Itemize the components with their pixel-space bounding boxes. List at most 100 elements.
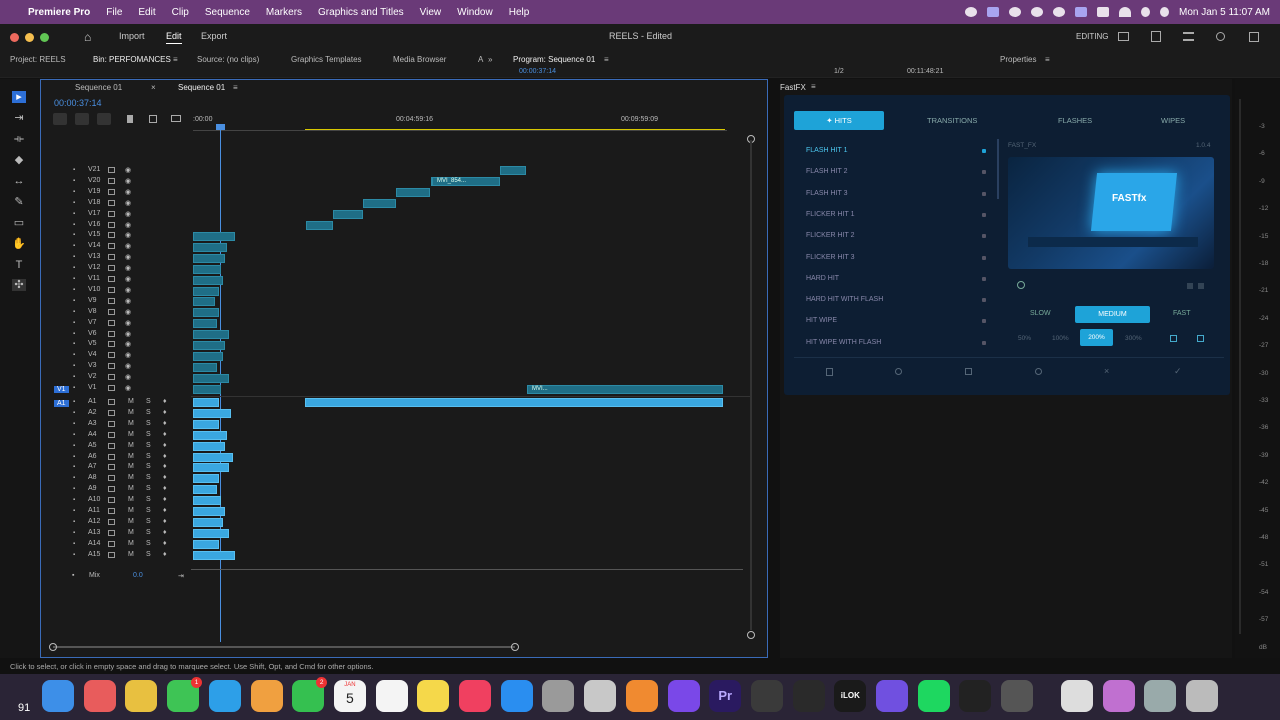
wrench-icon[interactable] xyxy=(149,115,157,123)
track-label[interactable]: V1 xyxy=(88,384,97,391)
effect-item[interactable]: FLICKER HIT 3 xyxy=(806,254,855,261)
status-icon-2[interactable] xyxy=(987,7,1000,17)
v1-source-patch[interactable]: V1 xyxy=(54,386,69,393)
track-lock-icon[interactable]: ▪ xyxy=(73,385,75,391)
track-label[interactable]: V3 xyxy=(88,362,97,369)
track-eye-icon[interactable]: ◉ xyxy=(125,362,131,370)
horizontal-scrollbar[interactable] xyxy=(53,646,515,648)
track-lock-icon[interactable]: ▪ xyxy=(73,432,75,438)
voiceover-mic-icon[interactable]: ♦ xyxy=(163,474,167,481)
track-label[interactable]: V4 xyxy=(88,351,97,358)
audio-clip[interactable] xyxy=(193,452,233,462)
track-lock-icon[interactable]: ▪ xyxy=(73,352,75,358)
trash-icon[interactable] xyxy=(1185,680,1218,712)
fullscreen-icon[interactable] xyxy=(1249,32,1259,42)
tab-media-browser[interactable]: Media Browser xyxy=(393,55,446,64)
effect-item[interactable]: FLICKER HIT 1 xyxy=(806,211,855,218)
track-eye-icon[interactable]: ◉ xyxy=(125,275,131,283)
track-lock-icon[interactable]: ▪ xyxy=(73,421,75,427)
hand-icon[interactable]: ✋ xyxy=(12,238,26,250)
track-label[interactable]: V2 xyxy=(88,373,97,380)
track-eye-icon[interactable]: ◉ xyxy=(125,177,131,185)
track-label[interactable]: V15 xyxy=(88,231,100,238)
solo-button[interactable]: S xyxy=(146,496,151,503)
tab-hits[interactable]: ✦ HITS xyxy=(794,111,884,130)
calendar-icon[interactable]: JAN 5 xyxy=(333,680,366,712)
track-lock-icon[interactable]: ▪ xyxy=(73,222,75,228)
track-lock-icon[interactable]: ▪ xyxy=(73,497,75,503)
track-sync-icon[interactable] xyxy=(108,431,115,438)
tab-overflow[interactable]: A xyxy=(478,55,483,64)
audio-clip[interactable] xyxy=(193,408,231,418)
voiceover-mic-icon[interactable]: ♦ xyxy=(163,398,167,405)
video-clip[interactable] xyxy=(193,264,221,274)
preview-option-icon-2[interactable] xyxy=(1198,283,1204,289)
clock[interactable]: Mon Jan 5 11:07 AM xyxy=(1179,7,1270,18)
track-sync-icon[interactable] xyxy=(108,341,115,348)
track-sync-icon[interactable] xyxy=(108,221,115,228)
track-sync-icon[interactable] xyxy=(108,399,115,405)
track-label[interactable]: V19 xyxy=(88,188,100,195)
timeline-timecode[interactable]: 00:00:37:14 xyxy=(54,98,102,108)
solo-button[interactable]: S xyxy=(146,518,151,525)
audio-clip[interactable] xyxy=(193,517,223,527)
video-clip[interactable] xyxy=(193,319,217,329)
track-lock-icon[interactable]: ▪ xyxy=(73,530,75,536)
track-eye-icon[interactable]: ◉ xyxy=(125,373,131,381)
effect-favorite-icon[interactable] xyxy=(982,255,986,260)
audio-clip[interactable] xyxy=(193,474,219,484)
track-label[interactable]: A6 xyxy=(88,453,97,460)
downloads-icon[interactable] xyxy=(1144,680,1177,712)
edit-tab[interactable]: Edit xyxy=(166,31,182,44)
effect-item[interactable]: FLASH HIT 1 xyxy=(806,147,848,154)
track-label[interactable]: V21 xyxy=(88,166,100,173)
search-icon[interactable] xyxy=(1141,7,1151,17)
mute-button[interactable]: M xyxy=(128,474,134,481)
solo-button[interactable]: S xyxy=(146,442,151,449)
appstore-alt-icon[interactable] xyxy=(208,680,241,712)
ripple-edit-icon[interactable]: ⟛ xyxy=(12,133,26,145)
video-clip[interactable] xyxy=(193,297,215,307)
track-lock-icon[interactable]: ▪ xyxy=(73,200,75,206)
launchpad-icon[interactable] xyxy=(83,680,116,712)
track-lock-icon[interactable]: ▪ xyxy=(73,276,75,282)
playhead[interactable] xyxy=(220,124,221,642)
track-label[interactable]: A1 xyxy=(88,398,97,405)
video-clip[interactable]: MVI_854... xyxy=(432,177,500,186)
share-icon[interactable] xyxy=(1151,31,1161,42)
timeline-menu-icon[interactable]: ≡ xyxy=(233,83,238,92)
cancel-icon[interactable]: × xyxy=(1104,366,1109,376)
menu-window[interactable]: Window xyxy=(457,7,493,18)
track-label[interactable]: V13 xyxy=(88,253,100,260)
program-zoom[interactable]: 1/2 xyxy=(834,68,844,75)
spotify-icon[interactable] xyxy=(917,680,950,712)
scroll-handle-left[interactable] xyxy=(49,643,57,651)
folder-icon[interactable] xyxy=(1102,680,1135,712)
scale-200-button[interactable]: 200% xyxy=(1080,329,1113,346)
menu-sequence[interactable]: Sequence xyxy=(205,7,250,18)
speed-medium-button[interactable]: MEDIUM xyxy=(1075,306,1150,323)
track-lock-icon[interactable]: ▪ xyxy=(73,519,75,525)
effect-favorite-icon[interactable] xyxy=(982,298,986,303)
pro-tools-icon[interactable] xyxy=(667,680,700,712)
track-label[interactable]: V16 xyxy=(88,221,100,228)
audio-clip[interactable] xyxy=(305,398,723,407)
track-sync-icon[interactable] xyxy=(108,497,115,504)
solo-button[interactable]: S xyxy=(146,409,151,416)
track-eye-icon[interactable]: ◉ xyxy=(125,264,131,272)
status-icon-4[interactable] xyxy=(1031,7,1044,17)
voiceover-mic-icon[interactable]: ♦ xyxy=(163,409,167,416)
mute-button[interactable]: M xyxy=(128,420,134,427)
tab-graphics-templates[interactable]: Graphics Templates xyxy=(291,55,362,64)
track-label[interactable]: V20 xyxy=(88,177,100,184)
fastfx-title[interactable]: FastFX xyxy=(780,83,806,92)
track-label[interactable]: A4 xyxy=(88,431,97,438)
audio-clip[interactable] xyxy=(193,507,225,516)
video-clip[interactable]: MVI... xyxy=(527,385,723,394)
fastfx-menu-icon[interactable]: ≡ xyxy=(811,82,816,91)
track-lock-icon[interactable]: ▪ xyxy=(73,454,75,460)
tab-wipes[interactable]: WIPES xyxy=(1161,116,1185,125)
tab-properties[interactable]: Properties xyxy=(1000,55,1036,64)
video-clip[interactable] xyxy=(193,351,223,361)
video-clip[interactable] xyxy=(500,166,526,175)
